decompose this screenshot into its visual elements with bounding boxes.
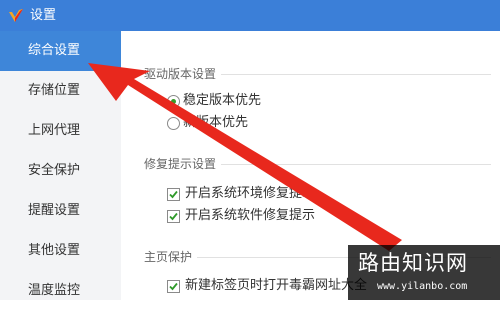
section-divider [221,164,491,165]
radio-stable-version[interactable] [167,95,180,108]
checkbox-software-repair[interactable] [167,210,180,223]
watermark: 路由知识网 www.yilanbo.com [348,245,500,300]
section-divider [221,74,491,75]
sidebar-item-general[interactable]: 综合设置 [0,31,121,71]
section-title-driver: 驱动版本设置 [144,67,217,81]
sidebar-item-other[interactable]: 其他设置 [0,231,121,271]
option-software-repair-label[interactable]: 开启系统软件修复提示 [185,207,315,225]
check-icon [169,212,178,221]
check-icon [169,190,178,199]
watermark-text: 路由知识网 [358,251,468,275]
option-newtab-homepage-label[interactable]: 新建标签页时打开毒霸网址大全 [185,277,367,295]
watermark-url: www.yilanbo.com [377,281,468,292]
sidebar-item-storage[interactable]: 存储位置 [0,71,121,111]
option-env-repair-label[interactable]: 开启系统环境修复提示 [185,185,315,203]
sidebar-item-reminders[interactable]: 提醒设置 [0,191,121,231]
checkbox-newtab-homepage[interactable] [167,280,180,293]
sidebar-item-security[interactable]: 安全保护 [0,151,121,191]
section-title-homepage: 主页保护 [144,250,193,264]
app-logo-icon [9,9,23,22]
sidebar-item-temperature[interactable]: 温度监控 [0,271,121,311]
sidebar-item-proxy[interactable]: 上网代理 [0,111,121,151]
section-title-repair: 修复提示设置 [144,157,217,171]
title-bar: 设置 [0,0,500,31]
option-new-version-label[interactable]: 新版本优先 [183,114,248,132]
check-icon [169,282,178,291]
sidebar: 综合设置 存储位置 上网代理 安全保护 提醒设置 其他设置 温度监控 [0,31,121,300]
option-stable-version-label[interactable]: 稳定版本优先 [183,92,261,110]
radio-new-version[interactable] [167,117,180,130]
checkbox-env-repair[interactable] [167,188,180,201]
window-title: 设置 [30,8,57,23]
